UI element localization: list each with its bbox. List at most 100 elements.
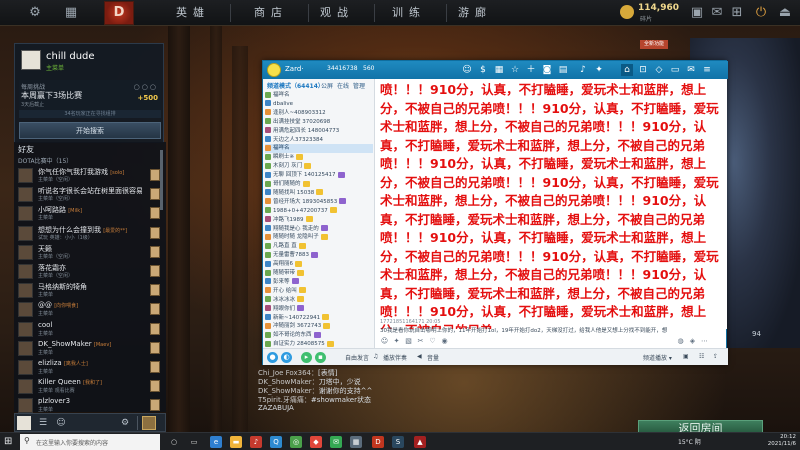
chat-icon[interactable]: ☰ (37, 417, 49, 429)
lock-icon[interactable]: ⊡ (637, 64, 649, 76)
avatar[interactable] (18, 283, 33, 299)
app-icon[interactable]: ▲ (414, 436, 426, 448)
shards-counter[interactable]: 114,960 碎片 (620, 3, 679, 23)
settings-gear-icon[interactable]: ⚙ (26, 4, 44, 22)
nav-store[interactable]: 商店 (254, 0, 288, 26)
member-row[interactable]: 曾经开场大 1893045853 (265, 198, 373, 207)
steam-icon[interactable]: S (392, 436, 404, 448)
avatar[interactable] (18, 206, 33, 222)
avatar[interactable] (21, 50, 41, 70)
image-icon[interactable]: ▧ (404, 337, 413, 346)
nav-watch[interactable]: 观战 (320, 0, 354, 26)
avatar[interactable] (18, 225, 33, 241)
plus-icon[interactable]: ＋ (525, 64, 537, 76)
member-row[interactable]: 无聊 回顶下 140125417 (265, 171, 373, 180)
friend-row[interactable]: elizliza [离我人士] 主菜单 (16, 358, 164, 377)
member-row[interactable]: 冲路飞1989 (265, 216, 373, 225)
gift-icon[interactable]: ✦ (593, 64, 605, 76)
hero-grid-icon[interactable]: ▦ (62, 4, 80, 22)
friend-row[interactable]: @@ [向你喂食] 主菜单 (16, 300, 164, 319)
music-icon[interactable]: ♪ (577, 64, 589, 76)
netease-music-icon[interactable]: ♪ (250, 436, 262, 448)
broadcast-label[interactable]: 播放伴奏 (383, 353, 407, 362)
member-row[interactable]: 冰冰冰冰 (265, 296, 373, 305)
member-row[interactable]: 新新~140722941 (265, 314, 373, 323)
friend-row[interactable]: 你气任你气我打我游戏 [solo] 主菜单（空闲） (16, 166, 164, 185)
member-row[interactable]: 开心 给叫 (265, 287, 373, 296)
power-icon[interactable]: ⏻ (752, 4, 770, 22)
notification-icon[interactable]: ✉ (708, 4, 726, 22)
avatar[interactable] (18, 168, 33, 183)
headset-icon[interactable]: ◐ (281, 352, 292, 363)
member-row[interactable]: 用满危起四长 148004773 (265, 127, 373, 136)
grid-icon[interactable]: ▦ (493, 64, 505, 76)
avatar[interactable] (18, 187, 33, 203)
member-row[interactable]: 冲随丽剑 3672743 (265, 322, 373, 331)
app-icon[interactable]: ◆ (310, 436, 322, 448)
layout-icon[interactable]: ⊞ (728, 4, 746, 22)
dota-logo-icon[interactable]: D (104, 1, 134, 25)
member-row[interactable]: 高翔丽6 (265, 260, 373, 269)
taskbar-search-input[interactable]: ⚲ 在这里输入你要搜索的内容 (20, 434, 160, 450)
camera-icon[interactable]: ◙ (541, 64, 553, 76)
member-row[interactable]: 哥们随随的 (265, 180, 373, 189)
tab-manage[interactable]: 管理 (353, 81, 365, 90)
member-row[interactable]: 如不哥论的东西 (265, 331, 373, 340)
friend-row[interactable]: 小呵路路 [Milk] 主菜单 (16, 204, 164, 223)
nav-heroes[interactable]: 英雄 (176, 0, 210, 26)
arrow-up-icon[interactable]: ⇪ (713, 353, 718, 360)
member-row[interactable]: 1988+0+47200737 (265, 207, 373, 216)
task-view-icon[interactable]: ▭ (188, 436, 200, 448)
home-icon[interactable]: ⌂ (621, 64, 633, 76)
member-row[interactable]: 瞬刷士※ (265, 153, 373, 162)
member-row[interactable]: 随随时随 龙隐叫子 (265, 233, 373, 242)
emoji-icon[interactable]: ☺ (380, 337, 389, 346)
chart-icon[interactable]: ▤ (557, 64, 569, 76)
mic-icon[interactable]: ● (267, 352, 278, 363)
chrome-icon[interactable]: ◎ (290, 436, 302, 448)
friend-row[interactable]: 马格纳斯的犄角 主菜单 (16, 281, 164, 300)
avatar[interactable] (18, 379, 33, 395)
scissors-icon[interactable]: ✂ (416, 337, 425, 346)
edge-icon[interactable]: e (210, 436, 222, 448)
channel-play-dropdown[interactable]: 频道播放 ▾ (643, 353, 672, 362)
member-row[interactable]: 随随找叫 15038 (265, 189, 373, 198)
dota-taskbar-icon[interactable]: D (372, 436, 384, 448)
friends-scrollbar[interactable] (160, 150, 163, 210)
member-row[interactable]: 福咩名 (265, 144, 373, 154)
member-row[interactable]: 翔眼你们 (265, 305, 373, 314)
friend-row[interactable]: DK_ShowMaker [Maev] 主菜单 (16, 339, 164, 358)
member-row[interactable]: 福咩名 (265, 91, 373, 100)
windows-start-icon[interactable]: ⊞ (4, 436, 15, 447)
member-row[interactable]: 木刻刀 灰门 (265, 162, 373, 171)
friend-row[interactable]: cool 主菜单 (16, 320, 164, 339)
member-row[interactable]: dbalive (265, 100, 373, 109)
app-icon[interactable]: ▦ (350, 436, 362, 448)
guild-icon[interactable] (142, 416, 156, 430)
friend-row[interactable]: 想想为什么会撞到我 [最爱的**] 试玩 英雄：小小（1级） (16, 224, 164, 243)
screen-icon[interactable]: ▭ (669, 64, 681, 76)
volume-icon[interactable]: ◀ (417, 353, 422, 360)
member-row[interactable]: 逢别人~408903312 (265, 109, 373, 118)
message-icon[interactable]: ✉ (685, 64, 697, 76)
nav-learn[interactable]: 训练 (392, 0, 426, 26)
member-row[interactable]: 凡路直 直 (265, 242, 373, 251)
gift-icon[interactable]: ✦ (392, 337, 401, 346)
group-icon[interactable]: ☺ (55, 417, 67, 429)
music-note-icon[interactable]: ♫ (373, 353, 378, 360)
more-icon[interactable]: ⋯ (700, 337, 709, 346)
file-explorer-icon[interactable]: ▬ (230, 436, 242, 448)
nav-arcade[interactable]: 游廊 (458, 0, 492, 26)
people-icon[interactable]: ☺ (461, 64, 473, 76)
friends-group-header[interactable]: DOTA比赛中（15） (18, 156, 72, 165)
chat-icon[interactable]: ▪ (315, 352, 326, 363)
member-row[interactable]: 无量雷曹7883 (265, 251, 373, 260)
exit-icon[interactable]: ⏏ (776, 4, 794, 22)
avatar[interactable] (18, 302, 33, 318)
member-row[interactable]: 翔随我是心 我走的 (265, 225, 373, 234)
list-icon[interactable]: ☷ (699, 353, 704, 360)
system-clock[interactable]: 20:12 2021/11/6 (756, 434, 796, 448)
member-row[interactable]: 彭来等 (265, 278, 373, 287)
arrow-icon[interactable]: ▸ (301, 352, 312, 363)
friend-row[interactable]: 听说名字很长会站在树里面很容易被发现 主菜单（空闲） (16, 185, 164, 204)
